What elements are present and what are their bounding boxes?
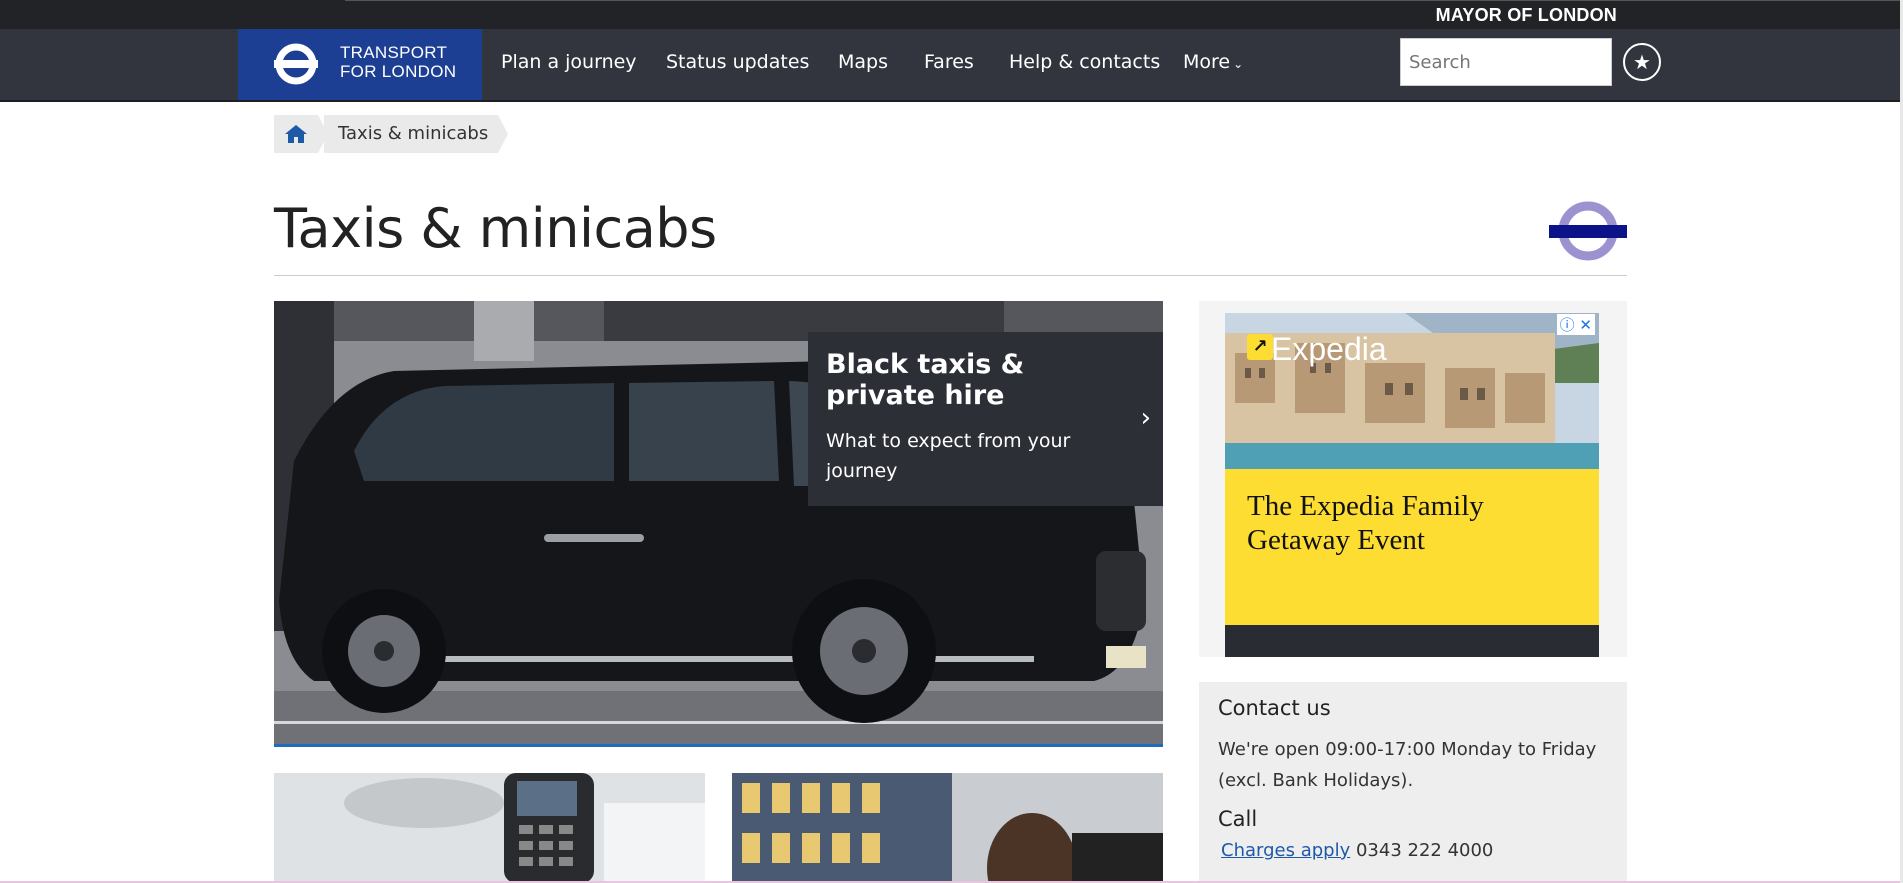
card-image-phone[interactable] bbox=[732, 773, 1163, 883]
contact-heading: Contact us bbox=[1218, 696, 1331, 720]
card-reader-photo bbox=[274, 773, 705, 883]
home-icon bbox=[285, 125, 307, 143]
breadcrumb-home[interactable] bbox=[274, 115, 318, 153]
ad-photo: ↗ Expedia ⓘ ✕ bbox=[1225, 313, 1599, 469]
call-heading: Call bbox=[1218, 807, 1258, 831]
expedia-ad[interactable]: ↗ Expedia ⓘ ✕ The Expedia Family Getaway… bbox=[1225, 313, 1599, 657]
mayor-of-london-link[interactable]: MAYOR OF LONDON bbox=[1436, 5, 1617, 26]
favourites-star-icon[interactable]: ★ bbox=[1623, 43, 1661, 81]
nav-plan-a-journey[interactable]: Plan a journey bbox=[501, 51, 637, 73]
phone-number: 0343 222 4000 bbox=[1355, 840, 1494, 861]
nav-help-contacts[interactable]: Help & contacts bbox=[1009, 51, 1160, 73]
ad-brand: Expedia bbox=[1271, 331, 1387, 367]
nav-fares[interactable]: Fares bbox=[924, 51, 974, 73]
charges-apply-link[interactable]: Charges apply bbox=[1221, 840, 1350, 861]
advertisement: ↗ Expedia ⓘ ✕ The Expedia Family Getaway… bbox=[1199, 301, 1627, 657]
top-bar: MAYOR OF LONDON bbox=[0, 0, 1903, 29]
nav-more[interactable]: More ⌄ bbox=[1183, 51, 1243, 73]
ad-info-close-icon[interactable]: ⓘ ✕ bbox=[1556, 314, 1595, 335]
page-title: Taxis & minicabs bbox=[274, 197, 717, 260]
search-input[interactable] bbox=[1400, 38, 1612, 86]
hero-link-card[interactable]: Black taxis & private hire What to expec… bbox=[808, 332, 1163, 506]
title-divider bbox=[274, 275, 1627, 276]
logo-text: TRANSPORT FOR LONDON bbox=[340, 43, 457, 81]
nav-more-label: More bbox=[1183, 51, 1231, 73]
hero-taxi-image[interactable]: Black taxis & private hire What to expec… bbox=[274, 301, 1163, 747]
contact-panel: Contact us We're open 09:00-17:00 Monday… bbox=[1199, 682, 1627, 883]
hero-subtitle: What to expect from your journey bbox=[826, 430, 1071, 482]
ad-headline: The Expedia Family Getaway Event bbox=[1247, 490, 1484, 556]
tfl-logo[interactable]: TRANSPORT FOR LONDON bbox=[238, 29, 482, 100]
chevron-down-icon: ⌄ bbox=[1233, 57, 1244, 71]
roundel-icon bbox=[274, 43, 318, 85]
card-image-payment[interactable] bbox=[274, 773, 705, 883]
contact-hours: We're open 09:00-17:00 Monday to Friday … bbox=[1218, 739, 1597, 791]
nav-maps[interactable]: Maps bbox=[838, 51, 888, 73]
roundel-icon bbox=[1549, 201, 1627, 261]
chevron-right-icon: › bbox=[1140, 403, 1151, 433]
nav-status-updates[interactable]: Status updates bbox=[666, 51, 809, 73]
call-line: Charges apply 0343 222 4000 bbox=[1221, 840, 1493, 861]
expedia-arrow-icon: ↗ bbox=[1247, 334, 1273, 360]
hero-title: Black taxis & private hire bbox=[826, 349, 1025, 411]
man-on-phone-photo bbox=[732, 773, 1163, 883]
ad-copy: The Expedia Family Getaway Event bbox=[1225, 469, 1599, 625]
main-navigation: TRANSPORT FOR LONDON Plan a journey Stat… bbox=[0, 29, 1903, 102]
breadcrumb-current: Taxis & minicabs bbox=[324, 115, 509, 153]
